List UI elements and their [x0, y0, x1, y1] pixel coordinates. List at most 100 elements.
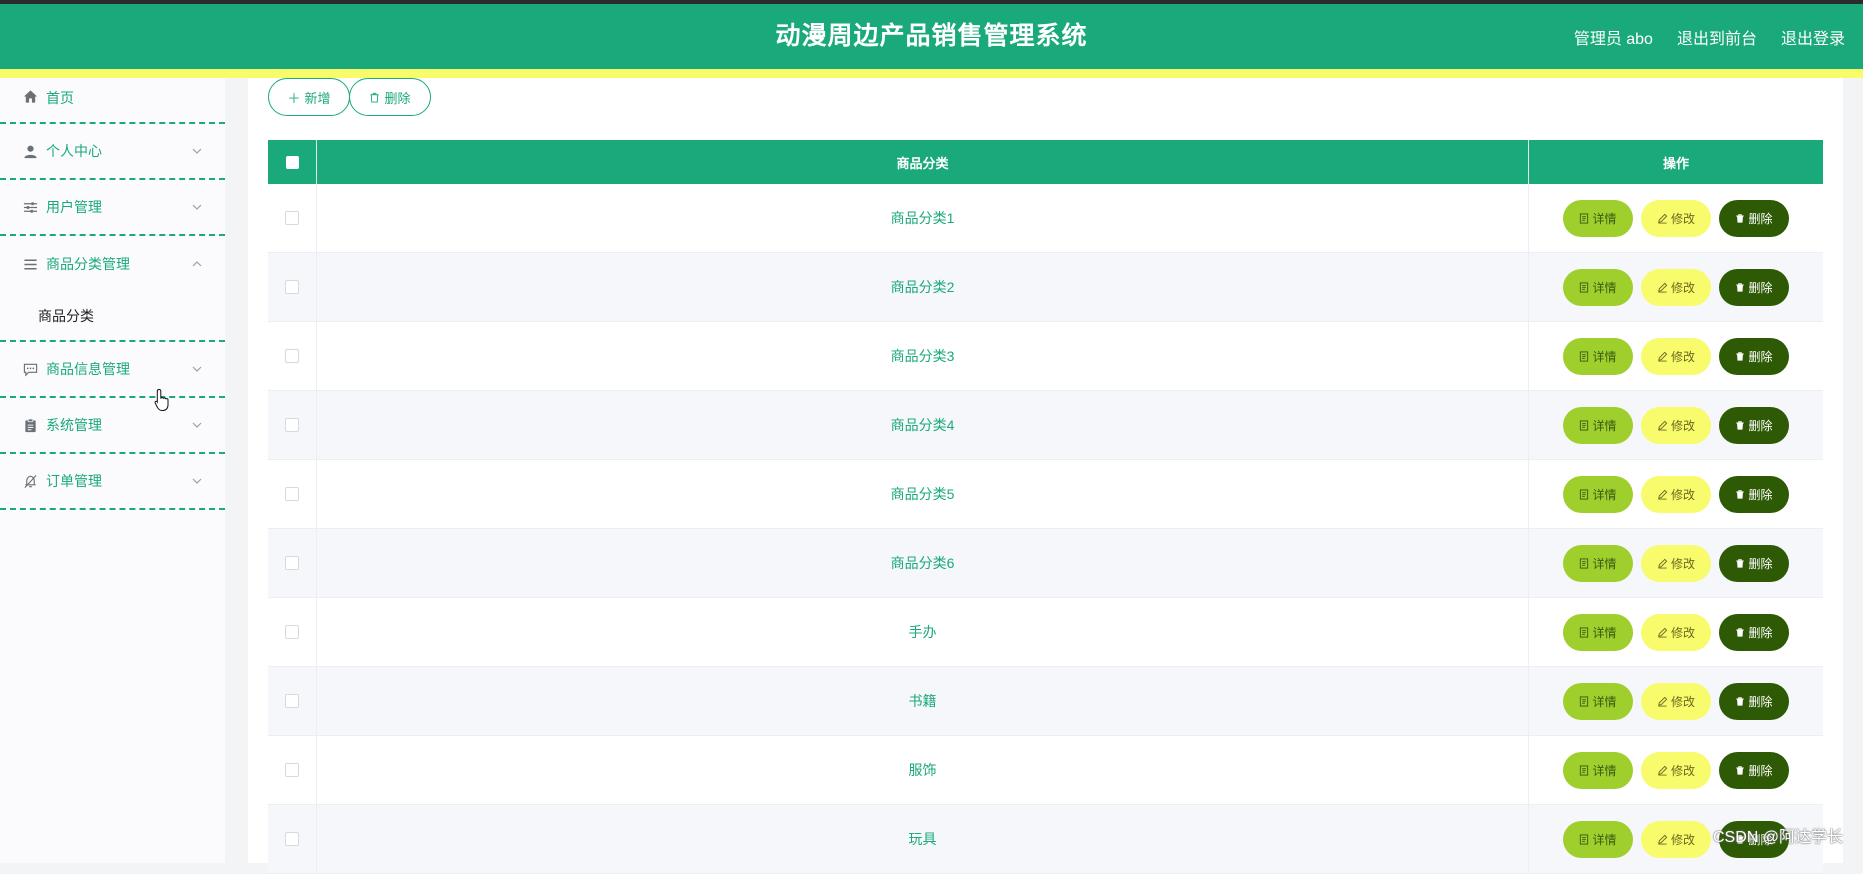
sidebar-item-system-management[interactable]: 系统管理: [0, 398, 225, 454]
document-icon: [1580, 833, 1589, 845]
delete-button[interactable]: 删除: [1719, 199, 1789, 237]
detail-button[interactable]: 详情: [1563, 199, 1633, 237]
row-checkbox[interactable]: [285, 832, 299, 846]
detail-button[interactable]: 详情: [1563, 613, 1633, 651]
table-row: 商品分类5 详情 修改 删除: [268, 460, 1823, 529]
plus-icon: ＋: [287, 90, 301, 106]
edit-button[interactable]: 修改: [1641, 544, 1711, 582]
table-row: 商品分类2 详情 修改 删除: [268, 253, 1823, 322]
row-actions: 详情 修改 删除: [1529, 184, 1823, 252]
sidebar-subitem-category[interactable]: 商品分类: [0, 292, 225, 342]
row-checkbox[interactable]: [285, 280, 299, 294]
table-row: 书籍 详情 修改 删除: [268, 667, 1823, 736]
trash-icon: [1736, 420, 1745, 430]
header-accent-stripe: [0, 69, 1863, 78]
detail-button[interactable]: 详情: [1563, 544, 1633, 582]
category-name-cell: 商品分类4: [317, 391, 1529, 459]
detail-button[interactable]: 详情: [1563, 751, 1633, 789]
category-name-cell: 书籍: [317, 667, 1529, 735]
detail-button[interactable]: 详情: [1563, 406, 1633, 444]
delete-button[interactable]: 删除: [1719, 337, 1789, 375]
edit-button[interactable]: 修改: [1641, 475, 1711, 513]
column-header-category[interactable]: 商品分类: [317, 140, 1529, 184]
delete-button[interactable]: 删除: [1719, 751, 1789, 789]
edit-button[interactable]: 修改: [1641, 199, 1711, 237]
delete-button[interactable]: 删除: [1719, 268, 1789, 306]
document-icon: [1580, 281, 1589, 293]
document-icon: [1580, 419, 1589, 431]
edit-button[interactable]: 修改: [1641, 682, 1711, 720]
select-all-checkbox[interactable]: [285, 155, 299, 169]
sidebar-item-home[interactable]: 首页: [0, 78, 225, 124]
edit-button[interactable]: 修改: [1641, 268, 1711, 306]
detail-button[interactable]: 详情: [1563, 268, 1633, 306]
edit-button[interactable]: 修改: [1641, 406, 1711, 444]
table-row: 玩具 详情 修改 删除: [268, 805, 1823, 874]
pencil-icon: [1658, 558, 1668, 569]
row-actions: 详情 修改 删除: [1529, 322, 1823, 390]
sidebar-item-user-management[interactable]: 用户管理: [0, 180, 225, 236]
edit-button[interactable]: 修改: [1641, 820, 1711, 858]
hand-pointer-icon: [154, 388, 169, 411]
delete-button[interactable]: 删除: [1719, 406, 1789, 444]
document-icon: [1580, 626, 1589, 638]
detail-button-label: 详情: [1592, 211, 1617, 226]
edit-button[interactable]: 修改: [1641, 751, 1711, 789]
row-checkbox[interactable]: [285, 349, 299, 363]
sidebar-item-product-info-management[interactable]: 商品信息管理: [0, 342, 225, 398]
detail-button[interactable]: 详情: [1563, 682, 1633, 720]
category-name-cell: 商品分类2: [317, 253, 1529, 321]
current-user-label[interactable]: 管理员 abo: [1574, 25, 1653, 49]
delete-button[interactable]: 删除: [1719, 544, 1789, 582]
sidebar-item-category-management[interactable]: 商品分类管理: [0, 236, 225, 292]
edit-button-label: 修改: [1670, 763, 1695, 778]
sidebar-item-label: 个人中心: [46, 143, 102, 159]
row-actions: 详情 修改 删除: [1529, 460, 1823, 528]
delete-button-label: 删除: [1748, 694, 1773, 709]
delete-button-label: 删除: [1748, 763, 1773, 778]
document-icon: [1580, 557, 1589, 569]
delete-button[interactable]: 删除: [1719, 613, 1789, 651]
document-icon: [1580, 764, 1589, 776]
document-icon: [1580, 695, 1589, 707]
row-checkbox[interactable]: [285, 418, 299, 432]
pencil-icon: [1658, 834, 1668, 845]
sidebar-subitem-label: 商品分类: [38, 308, 94, 324]
batch-delete-button-label: 删除: [384, 90, 411, 106]
trash-icon: [1736, 627, 1745, 637]
delete-button[interactable]: 删除: [1719, 475, 1789, 513]
row-checkbox-cell: [268, 529, 317, 597]
back-to-front-link[interactable]: 退出到前台: [1677, 25, 1757, 49]
list-icon: [22, 256, 38, 272]
row-checkbox[interactable]: [285, 487, 299, 501]
row-checkbox-cell: [268, 736, 317, 804]
table-row: 手办 详情 修改 删除: [268, 598, 1823, 667]
batch-delete-button[interactable]: 删除: [349, 78, 431, 116]
add-button[interactable]: ＋ 新增: [268, 78, 350, 116]
edit-button[interactable]: 修改: [1641, 613, 1711, 651]
row-checkbox[interactable]: [285, 763, 299, 777]
edit-button-label: 修改: [1670, 625, 1695, 640]
row-checkbox[interactable]: [285, 211, 299, 225]
trash-icon: [1736, 282, 1745, 292]
sidebar-item-personal-center[interactable]: 个人中心: [0, 124, 225, 180]
row-checkbox[interactable]: [285, 556, 299, 570]
detail-button[interactable]: 详情: [1563, 475, 1633, 513]
edit-button-label: 修改: [1670, 832, 1695, 847]
row-checkbox[interactable]: [285, 625, 299, 639]
sidebar-item-order-management[interactable]: 订单管理: [0, 454, 225, 510]
detail-button[interactable]: 详情: [1563, 820, 1633, 858]
pencil-icon: [1658, 696, 1668, 707]
detail-button-label: 详情: [1592, 349, 1617, 364]
logout-link[interactable]: 退出登录: [1781, 25, 1845, 49]
row-checkbox[interactable]: [285, 694, 299, 708]
chat-icon: [22, 361, 38, 377]
pencil-icon: [1658, 489, 1668, 500]
pencil-icon: [1658, 765, 1668, 776]
bell-off-icon: [22, 473, 38, 489]
edit-button[interactable]: 修改: [1641, 337, 1711, 375]
detail-button[interactable]: 详情: [1563, 337, 1633, 375]
home-icon: [22, 88, 38, 104]
delete-button[interactable]: 删除: [1719, 682, 1789, 720]
detail-button-label: 详情: [1592, 487, 1617, 502]
